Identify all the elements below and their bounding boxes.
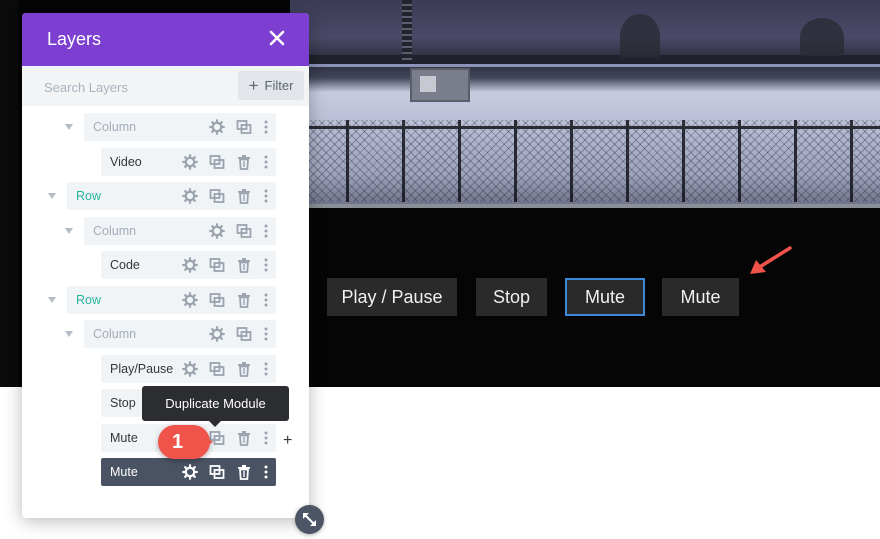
collapse-caret-icon[interactable] <box>47 191 57 201</box>
layer-module[interactable]: Code <box>101 251 276 279</box>
more-icon[interactable] <box>258 154 274 170</box>
duplicate-icon[interactable] <box>209 292 225 308</box>
layer-label: Code <box>110 258 140 272</box>
left-edge <box>0 0 18 387</box>
more-icon[interactable] <box>258 119 274 135</box>
duplicate-module-tooltip: Duplicate Module <box>142 386 289 421</box>
more-icon[interactable] <box>258 257 274 273</box>
layer-label: Row <box>76 293 102 307</box>
gear-icon[interactable] <box>209 119 225 135</box>
resize-handle[interactable] <box>295 505 324 534</box>
more-icon[interactable] <box>258 361 274 377</box>
video-runway <box>290 64 880 67</box>
add-module-plus-icon[interactable]: + <box>283 432 292 450</box>
close-icon[interactable] <box>266 27 288 49</box>
layer-module[interactable]: Play/Pause <box>101 355 276 383</box>
more-icon[interactable] <box>258 464 274 480</box>
duplicate-icon[interactable] <box>236 223 252 239</box>
video-tree <box>620 14 660 58</box>
layer-label: Row <box>76 189 102 203</box>
trash-icon[interactable] <box>236 430 252 446</box>
pointer-arrow-icon <box>750 246 792 274</box>
collapse-caret-icon[interactable] <box>47 295 57 305</box>
mute-button[interactable]: Mute <box>565 278 645 316</box>
gear-icon[interactable] <box>182 361 198 377</box>
duplicate-icon[interactable] <box>209 464 225 480</box>
layer-row[interactable]: Row <box>67 182 276 210</box>
collapse-caret-icon[interactable] <box>64 226 74 236</box>
trash-icon[interactable] <box>236 188 252 204</box>
gear-icon[interactable] <box>209 326 225 342</box>
duplicate-icon[interactable] <box>236 119 252 135</box>
more-icon[interactable] <box>258 326 274 342</box>
video-fence-rail <box>290 126 880 129</box>
layer-label: Mute <box>110 431 138 445</box>
play-pause-button[interactable]: Play / Pause <box>327 278 457 316</box>
layer-label: Mute <box>110 465 138 479</box>
layer-label: Video <box>110 155 142 169</box>
duplicate-icon[interactable] <box>209 361 225 377</box>
layer-row[interactable]: Row <box>67 286 276 314</box>
plus-icon: + <box>248 76 259 95</box>
trash-icon[interactable] <box>236 464 252 480</box>
layer-label: Column <box>93 224 137 238</box>
panel-title: Layers <box>47 29 102 49</box>
gear-icon[interactable] <box>209 223 225 239</box>
layer-label: Column <box>93 120 137 134</box>
duplicate-icon[interactable] <box>236 326 252 342</box>
layer-module[interactable]: Video <box>101 148 276 176</box>
layer-column[interactable]: Column <box>84 113 276 141</box>
panel-header: Layers <box>22 13 309 66</box>
trash-icon[interactable] <box>236 361 252 377</box>
layer-label: Column <box>93 327 137 341</box>
layer-column[interactable]: Column <box>84 217 276 245</box>
layer-label: Stop <box>110 396 136 410</box>
layer-label: Play/Pause <box>110 362 174 376</box>
video-progress-bar[interactable] <box>290 204 880 208</box>
layer-column[interactable]: Column <box>84 320 276 348</box>
tooltip-pointer <box>209 421 221 427</box>
gear-icon[interactable] <box>182 292 198 308</box>
trash-icon[interactable] <box>236 292 252 308</box>
collapse-caret-icon[interactable] <box>64 122 74 132</box>
video-tower <box>402 0 412 60</box>
video-fence <box>290 120 880 202</box>
stop-button[interactable]: Stop <box>476 278 547 316</box>
trash-icon[interactable] <box>236 154 252 170</box>
layer-module[interactable]: Mute <box>101 458 276 486</box>
more-icon[interactable] <box>258 223 274 239</box>
gear-icon[interactable] <box>182 464 198 480</box>
duplicate-icon[interactable] <box>209 257 225 273</box>
resize-arrows-icon <box>303 513 316 526</box>
step-number: 1 <box>172 431 184 453</box>
gear-icon[interactable] <box>182 154 198 170</box>
duplicate-icon[interactable] <box>209 188 225 204</box>
step-badge: 1 <box>158 425 213 459</box>
trash-icon[interactable] <box>236 257 252 273</box>
gear-icon[interactable] <box>182 188 198 204</box>
search-row: + Filter <box>22 66 309 106</box>
video-tree <box>800 18 844 56</box>
video-sign <box>410 68 470 102</box>
video-player[interactable] <box>290 0 880 205</box>
gear-icon[interactable] <box>182 257 198 273</box>
more-icon[interactable] <box>258 430 274 446</box>
more-icon[interactable] <box>258 292 274 308</box>
mute-button-duplicate[interactable]: Mute <box>662 278 739 316</box>
filter-label: Filter <box>264 78 294 93</box>
filter-button[interactable]: + Filter <box>238 71 304 100</box>
collapse-caret-icon[interactable] <box>64 329 74 339</box>
more-icon[interactable] <box>258 188 274 204</box>
duplicate-icon[interactable] <box>209 154 225 170</box>
search-input[interactable] <box>42 75 246 99</box>
